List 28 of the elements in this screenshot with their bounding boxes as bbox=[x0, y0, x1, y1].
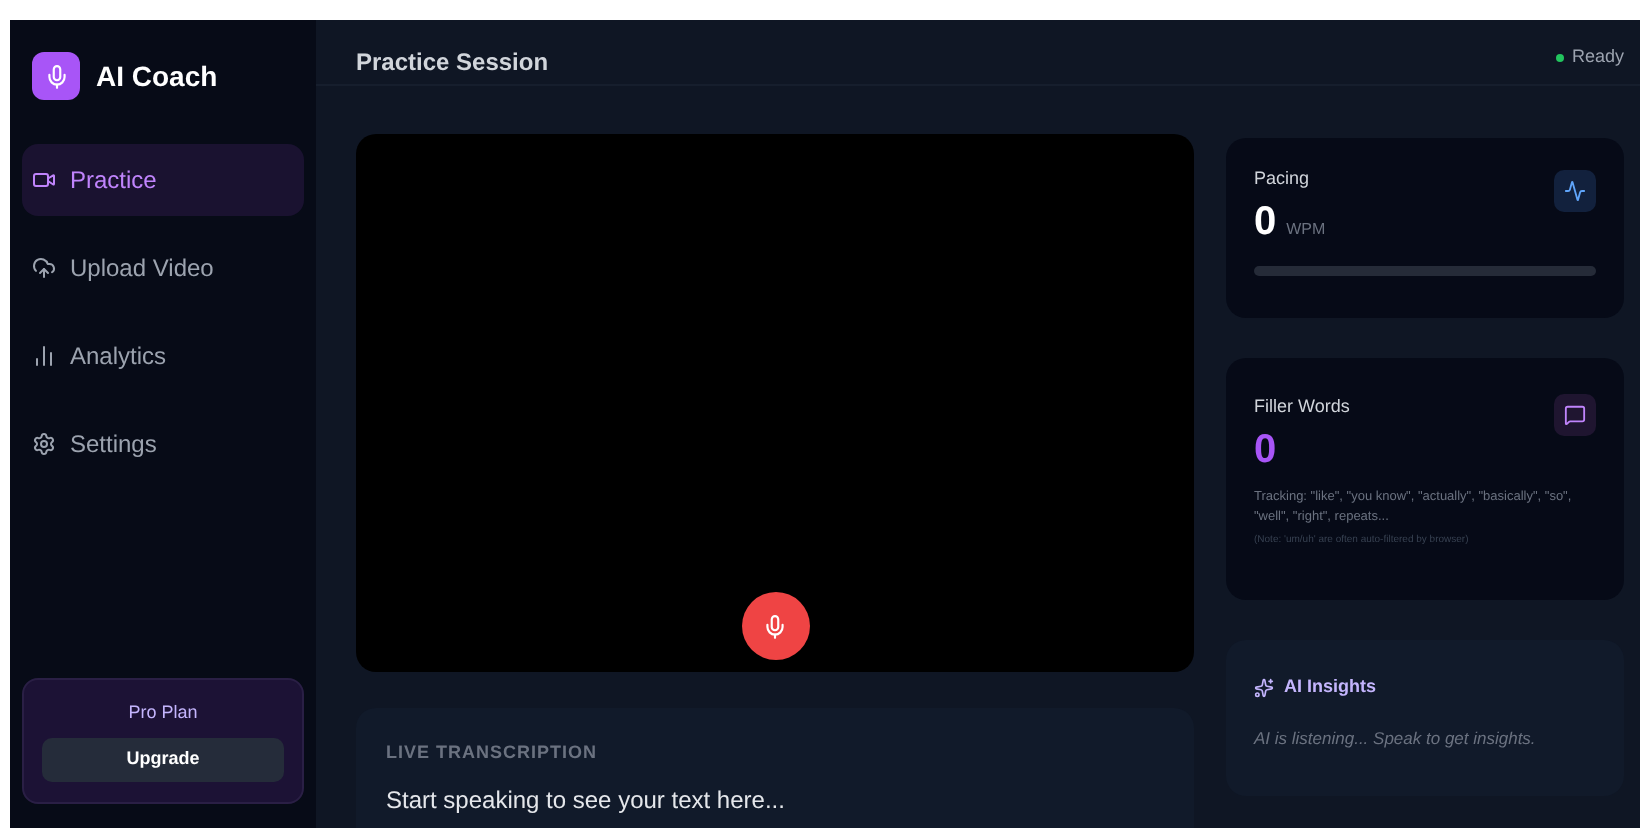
chat-icon bbox=[1554, 394, 1596, 436]
video-icon bbox=[32, 168, 56, 192]
nav-item[interactable]: Settings bbox=[22, 408, 304, 480]
nav-item[interactable]: Practice bbox=[22, 144, 304, 216]
upload-icon bbox=[32, 256, 56, 280]
pulse-icon bbox=[1554, 170, 1596, 212]
status-text: Ready bbox=[1571, 44, 1624, 70]
brand-title: AI Coach bbox=[96, 57, 218, 95]
transcription-text: Start speaking to see your text here... bbox=[386, 785, 787, 813]
sparkle-icon bbox=[1254, 677, 1274, 698]
pacing-value: 0 bbox=[1254, 201, 1277, 241]
bar-chart-icon bbox=[32, 344, 56, 368]
plan-label: Pro Plan bbox=[128, 699, 198, 725]
transcription-title: LIVE TRANSCRIPTION bbox=[386, 740, 600, 766]
mic-button[interactable] bbox=[741, 592, 809, 660]
insights-title: AI Insights bbox=[1284, 674, 1377, 700]
gear-icon bbox=[32, 432, 56, 456]
page-title: Practice Session bbox=[356, 46, 549, 80]
nav-item[interactable]: Upload Video bbox=[22, 232, 304, 304]
pacing-title: Pacing bbox=[1254, 166, 1312, 192]
filler-title: Filler Words bbox=[1254, 394, 1350, 420]
pacing-unit: WPM bbox=[1286, 217, 1326, 241]
mic-icon bbox=[32, 52, 80, 100]
filler-value: 0 bbox=[1254, 427, 1279, 471]
insights-text: AI is listening... Speak to get insights. bbox=[1254, 725, 1538, 751]
mic-icon bbox=[762, 613, 788, 639]
nav-item[interactable]: Analytics bbox=[22, 320, 304, 392]
upgrade-button[interactable]: Upgrade bbox=[42, 738, 284, 782]
